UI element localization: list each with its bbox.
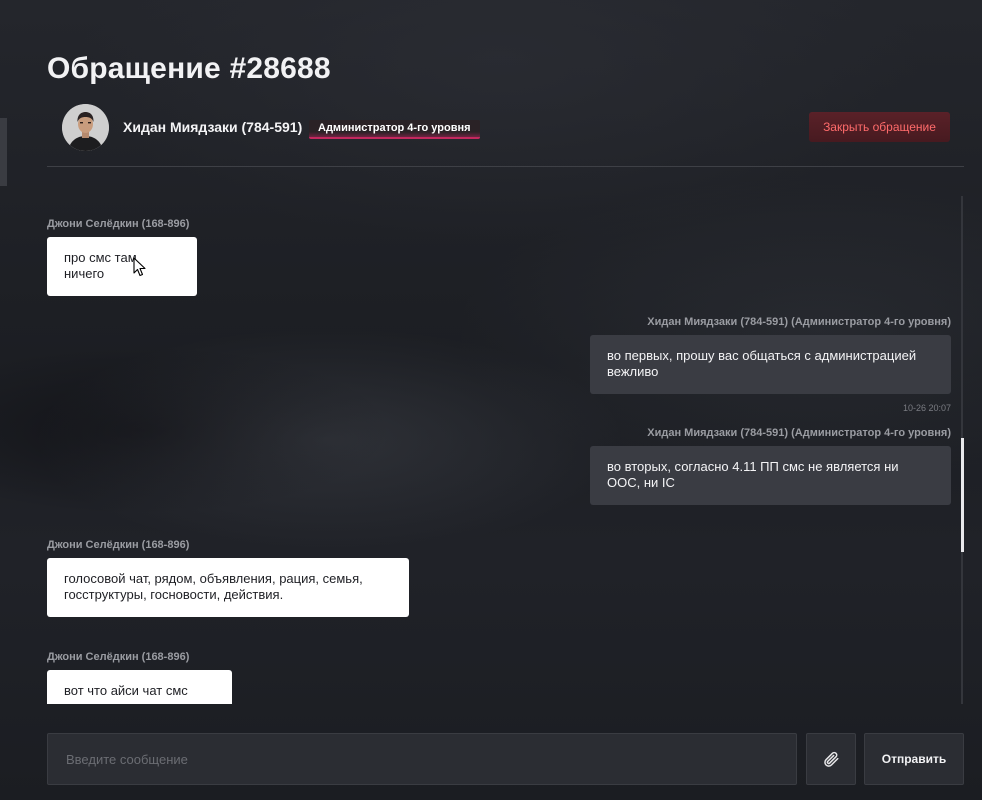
admin-name: Хидан Миядзаки (784-591): [123, 119, 303, 135]
message-item: Джони Селёдкин (168-896) голосовой чат, …: [47, 539, 409, 617]
mouse-cursor-icon: [133, 257, 146, 277]
message-sender: Хидан Миядзаки (784-591) (Администратор …: [647, 427, 951, 439]
close-ticket-button[interactable]: Закрыть обращение: [809, 112, 950, 142]
message-bubble: голосовой чат, рядом, объявления, рация,…: [47, 558, 409, 617]
header-divider: [47, 166, 964, 167]
message-item: Джони Селёдкин (168-896) про смс там нич…: [47, 218, 197, 296]
message-sender: Джони Селёдкин (168-896): [47, 651, 190, 663]
message-sender: Хидан Миядзаки (784-591) (Администратор …: [647, 316, 951, 328]
message-bubble: во вторых, согласно 4.11 ПП смс не являе…: [590, 446, 951, 505]
message-sender: Джони Селёдкин (168-896): [47, 539, 190, 551]
ticket-header: Хидан Миядзаки (784-591) Администратор 4…: [62, 104, 950, 152]
user-avatar-icon: [62, 104, 109, 151]
chat-scrollbar-thumb[interactable]: [961, 438, 964, 552]
message-item: Хидан Миядзаки (784-591) (Администратор …: [590, 316, 951, 413]
ticket-title: Обращение #28688: [47, 52, 331, 85]
send-button[interactable]: Отправить: [864, 733, 964, 785]
message-bubble: вот что айси чат смс нету: [47, 670, 232, 704]
message-item: Хидан Миядзаки (784-591) (Администратор …: [590, 427, 951, 505]
message-item: Джони Селёдкин (168-896) вот что айси ча…: [47, 651, 232, 704]
message-sender: Джони Селёдкин (168-896): [47, 218, 190, 230]
message-bubble: про смс там ничего: [47, 237, 197, 296]
side-panel-edge: [0, 118, 7, 186]
paperclip-icon: [824, 751, 839, 767]
message-input-wrapper: [47, 733, 797, 785]
message-timestamp: 10-26 20:07: [902, 403, 951, 413]
message-input[interactable]: [48, 734, 796, 784]
role-badge: Администратор 4-го уровня: [309, 120, 480, 139]
chat-messages[interactable]: Джони Селёдкин (168-896) про смс там нич…: [47, 196, 951, 704]
attach-button[interactable]: [806, 733, 856, 785]
message-bubble: во первых, прошу вас общаться с админист…: [590, 335, 951, 394]
